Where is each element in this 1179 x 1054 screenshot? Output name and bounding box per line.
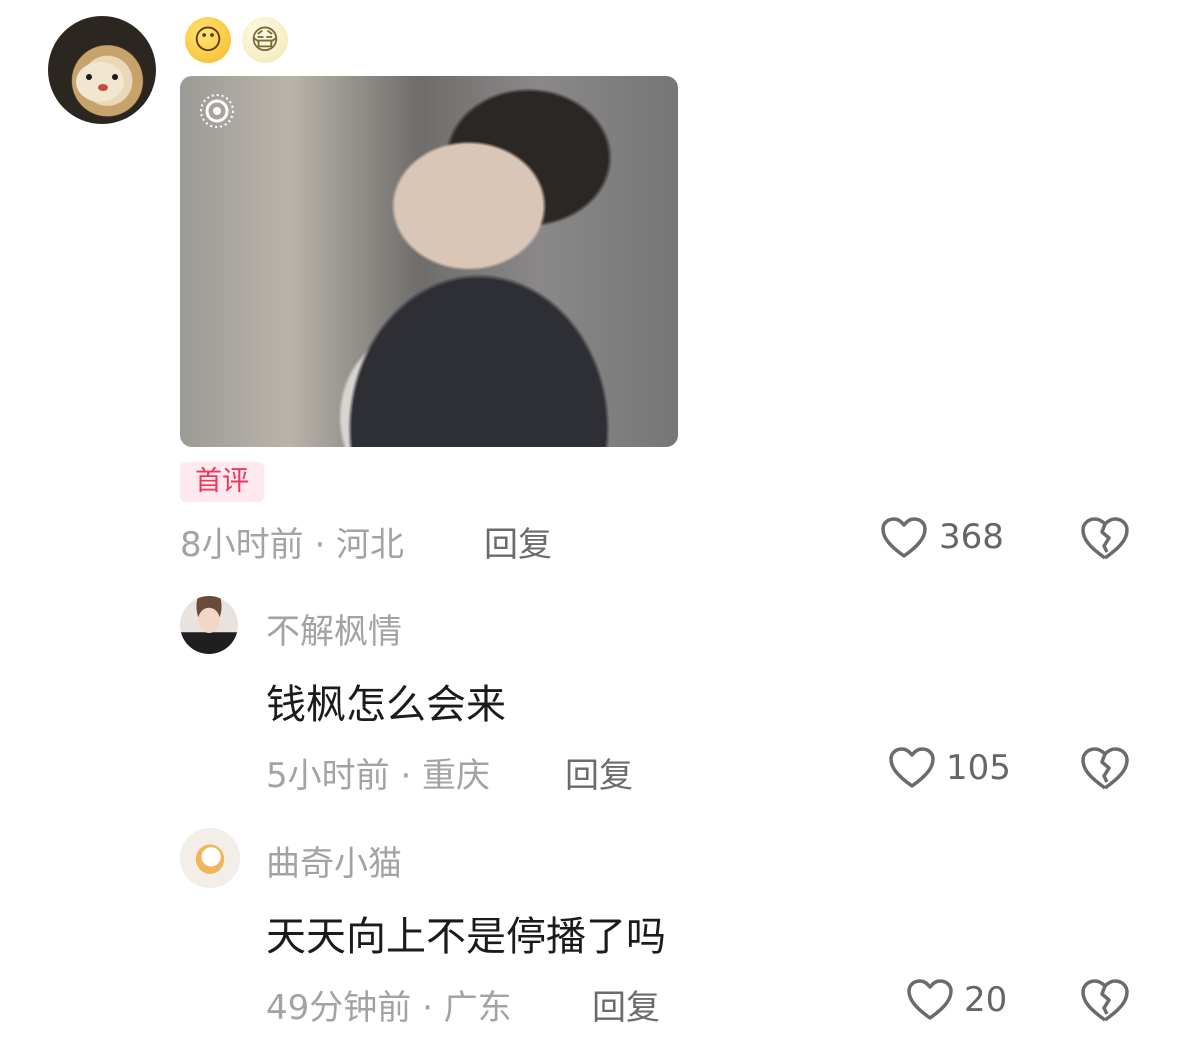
like-count: 368 — [939, 517, 1004, 557]
reply-text: 天天向上不是停播了吗 — [266, 914, 666, 960]
avatar[interactable] — [180, 828, 240, 888]
avatar[interactable] — [48, 16, 156, 124]
comment-image[interactable] — [180, 76, 678, 447]
username[interactable]: 不解枫情 — [266, 604, 402, 653]
like-count: 105 — [946, 748, 1011, 788]
avatar[interactable] — [180, 596, 238, 654]
reply-button[interactable]: 回复 — [484, 517, 552, 566]
reply-button[interactable]: 回复 — [592, 980, 660, 1029]
heart-outline-icon[interactable] — [888, 746, 936, 790]
broken-heart-icon[interactable] — [1080, 746, 1130, 792]
heart-outline-icon[interactable] — [880, 516, 928, 560]
comment-meta: 5小时前 · 重庆 — [266, 756, 491, 796]
emoji-sticker: 😶 — [185, 17, 231, 63]
like-count: 20 — [964, 980, 1008, 1020]
first-comment-badge: 首评 — [180, 462, 264, 502]
reply-text: 钱枫怎么会来 — [266, 682, 506, 728]
comment-meta: 49分钟前 · 广东 — [266, 988, 512, 1028]
broken-heart-icon[interactable] — [1080, 516, 1130, 562]
emoji-sticker: 😷 — [242, 17, 288, 63]
reply-button[interactable]: 回复 — [565, 748, 633, 797]
live-photo-icon — [200, 94, 234, 128]
broken-heart-icon[interactable] — [1080, 978, 1130, 1024]
comment-meta: 8小时前 · 河北 — [180, 525, 405, 565]
username[interactable]: 曲奇小猫 — [266, 836, 402, 885]
heart-outline-icon[interactable] — [906, 978, 954, 1022]
